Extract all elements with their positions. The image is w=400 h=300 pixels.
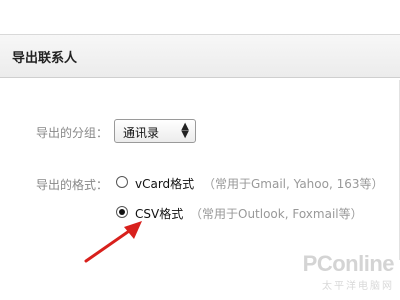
option-vcard-desc: （常用于Gmail, Yahoo, 163等） bbox=[203, 177, 384, 191]
format-label: 导出的格式： bbox=[36, 178, 109, 192]
group-select[interactable]: 通讯录 ▲ ▼ bbox=[114, 119, 196, 143]
option-vcard-name: vCard格式 bbox=[135, 177, 195, 191]
dialog-header: 导出联系人 bbox=[0, 34, 400, 78]
group-select-value: 通讯录 bbox=[123, 126, 160, 140]
watermark-logo: PConline bbox=[302, 251, 395, 276]
option-csv-desc: （常用于Outlook, Foxmail等） bbox=[190, 207, 363, 221]
export-form-panel bbox=[0, 80, 400, 260]
select-arrows-icon: ▲ ▼ bbox=[181, 121, 189, 140]
radio-vcard[interactable] bbox=[116, 176, 128, 188]
watermark-subtitle: 太平洋电脑网 bbox=[322, 281, 394, 292]
dialog-title: 导出联系人 bbox=[12, 51, 78, 66]
watermark: PConline 太平洋电脑网 bbox=[302, 251, 395, 292]
group-label: 导出的分组： bbox=[36, 126, 109, 140]
red-arrow-icon bbox=[84, 221, 142, 263]
